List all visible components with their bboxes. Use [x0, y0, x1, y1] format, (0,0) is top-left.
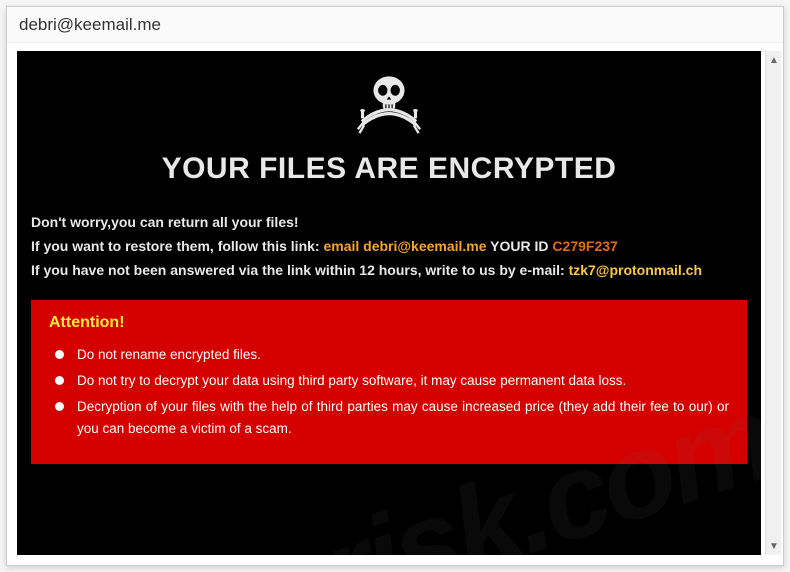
restore-email-link[interactable]: email debri@keemail.me: [323, 238, 486, 254]
skull-container: [17, 51, 761, 142]
content-area: pcrisk.com: [17, 51, 761, 555]
attention-list: Do not rename encrypted files. Do not tr…: [49, 344, 729, 440]
line-1: Don't worry,you can return all your file…: [31, 210, 747, 234]
line-2-prefix: If you want to restore them, follow this…: [31, 238, 323, 254]
list-item: Do not try to decrypt your data using th…: [77, 370, 729, 392]
window-title: debri@keemail.me: [19, 15, 161, 34]
scroll-down-arrow-icon[interactable]: ▼: [766, 537, 782, 555]
attention-title: Attention!: [49, 314, 729, 332]
attention-box: Attention! Do not rename encrypted files…: [31, 300, 747, 464]
main-heading: YOUR FILES ARE ENCRYPTED: [17, 152, 761, 186]
window-titlebar: debri@keemail.me: [7, 7, 783, 43]
user-id-value: C279F237: [552, 238, 617, 254]
pirate-skull-icon: [349, 67, 429, 137]
list-item: Do not rename encrypted files.: [77, 344, 729, 366]
fallback-email-link[interactable]: tzk7@protonmail.ch: [569, 262, 702, 278]
app-window: debri@keemail.me pcrisk.com: [6, 6, 784, 566]
line-2: If you want to restore them, follow this…: [31, 234, 747, 258]
list-item: Decryption of your files with the help o…: [77, 396, 729, 440]
line-3-prefix: If you have not been answered via the li…: [31, 262, 569, 278]
line-3: If you have not been answered via the li…: [31, 258, 747, 282]
ransom-body: Don't worry,you can return all your file…: [17, 210, 761, 282]
scrollbar[interactable]: ▲ ▼: [765, 51, 781, 555]
line-2-yourid-label: YOUR ID: [487, 238, 553, 254]
scroll-up-arrow-icon[interactable]: ▲: [766, 51, 782, 69]
